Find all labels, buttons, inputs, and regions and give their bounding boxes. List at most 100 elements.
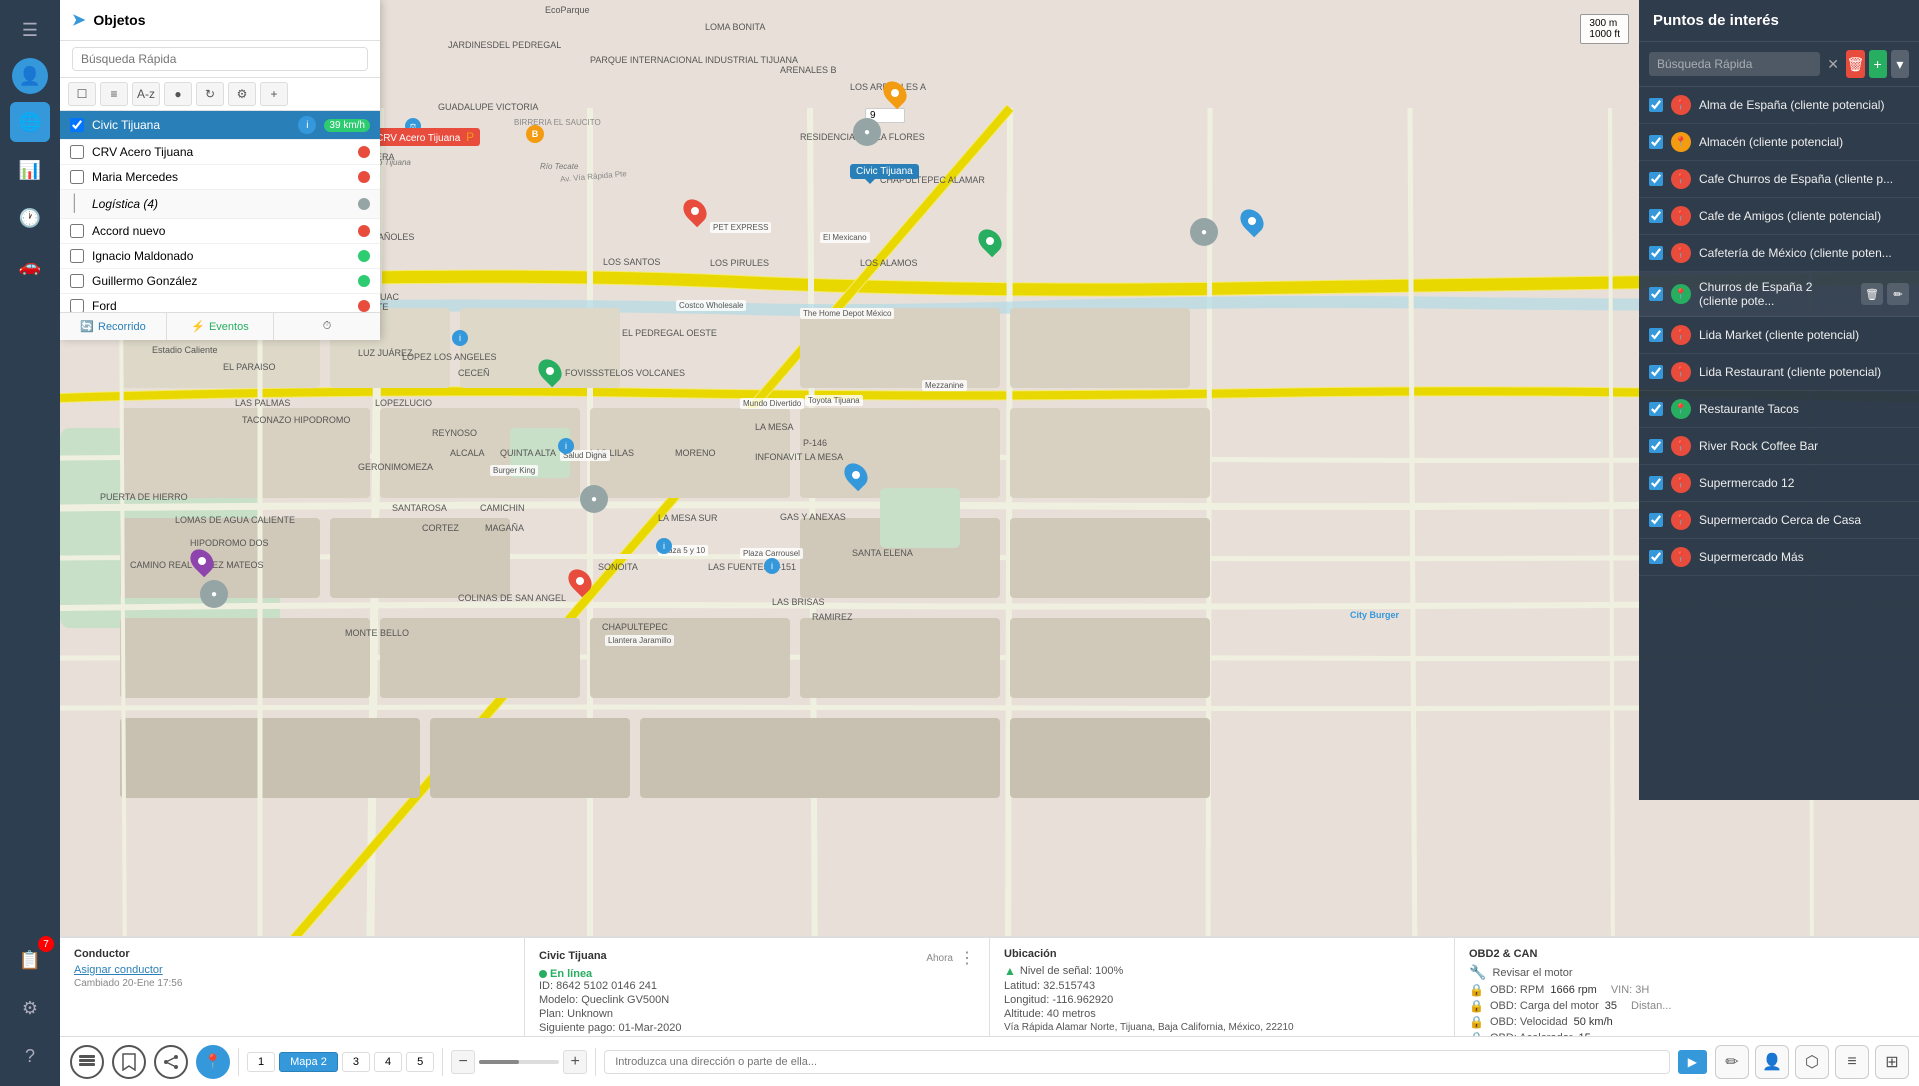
checkbox-tool[interactable]: ☐	[68, 82, 96, 106]
poi-item-lida-market[interactable]: 📍 Lida Market (cliente potencial)	[1639, 317, 1919, 354]
vehicle-item-crv[interactable]: CRV Acero Tijuana	[60, 140, 380, 165]
layers-right-icon[interactable]: ≡	[1835, 1045, 1869, 1079]
poi-item-tacos[interactable]: 📍 Restaurante Tacos	[1639, 391, 1919, 428]
poi-checkbox-river-rock[interactable]	[1649, 439, 1663, 453]
refresh-tool[interactable]: ↻	[196, 82, 224, 106]
route-button[interactable]: 🔄 Recorrido	[60, 313, 167, 340]
blue-pin-lower-container[interactable]	[846, 462, 866, 488]
vehicle-item-logistica[interactable]: │ Logística (4)	[60, 190, 380, 219]
map-tab-4[interactable]: 4	[374, 1052, 402, 1072]
history-button[interactable]: ⏱	[274, 313, 380, 340]
red-pin-1-container[interactable]	[685, 198, 705, 224]
purple-pin-container[interactable]	[192, 548, 212, 574]
bookmark-icon[interactable]	[112, 1045, 146, 1079]
vehicle-item-guillermo[interactable]: Guillermo González	[60, 269, 380, 294]
map-tab-2[interactable]: Mapa 2	[279, 1052, 338, 1072]
red-pin-lower-container[interactable]	[570, 568, 590, 594]
poi-add-button[interactable]: +	[1869, 50, 1887, 78]
zoom-out-button[interactable]: −	[451, 1050, 475, 1074]
vehicle-checkbox-accord[interactable]	[70, 224, 84, 238]
poi-checkbox-churros2[interactable]	[1649, 287, 1663, 301]
vehicle-item-accord[interactable]: Accord nuevo	[60, 219, 380, 244]
poi-delete-churros2[interactable]: 🗑	[1861, 283, 1883, 305]
share-icon[interactable]	[154, 1045, 188, 1079]
map-icon-3[interactable]: i	[656, 538, 672, 554]
poi-item-almacen[interactable]: 📍 Almacén (cliente potencial)	[1639, 124, 1919, 161]
map-tab-3[interactable]: 3	[342, 1052, 370, 1072]
green-pin-right-container[interactable]	[980, 228, 1000, 254]
sort-az-tool[interactable]: A-z	[132, 82, 160, 106]
zoom-in-button[interactable]: +	[563, 1050, 587, 1074]
poi-item-supermercado12[interactable]: 📍 Supermercado 12	[1639, 465, 1919, 502]
vehicle-checkbox-civic[interactable]	[70, 118, 84, 132]
poi-checkbox-supermercado-cerca[interactable]	[1649, 513, 1663, 527]
vehicle-checkbox-ignacio[interactable]	[70, 249, 84, 263]
poi-item-alma[interactable]: 📍 Alma de España (cliente potencial)	[1639, 87, 1919, 124]
poi-delete-button[interactable]: 🗑	[1846, 50, 1864, 78]
poi-item-river-rock[interactable]: 📍 River Rock Coffee Bar	[1639, 428, 1919, 465]
poi-checkbox-supermercado-mas[interactable]	[1649, 550, 1663, 564]
address-go-button[interactable]: ▶	[1678, 1050, 1707, 1074]
poi-checkbox-lida-restaurant[interactable]	[1649, 365, 1663, 379]
poi-checkbox-alma[interactable]	[1649, 98, 1663, 112]
poi-checkbox-supermercado12[interactable]	[1649, 476, 1663, 490]
green-pin-center-container[interactable]	[540, 358, 560, 384]
dot-tool[interactable]: ●	[164, 82, 192, 106]
vehicle-checkbox-crv[interactable]	[70, 145, 84, 159]
poi-checkbox-lida-market[interactable]	[1649, 328, 1663, 342]
vehicle-checkbox-maria[interactable]	[70, 170, 84, 184]
menu-icon[interactable]: ☰	[10, 10, 50, 50]
map-icon-4[interactable]: i	[764, 558, 780, 574]
assign-conductor-link[interactable]: Asignar conductor	[74, 964, 163, 976]
orange-pin-container[interactable]: 9	[885, 80, 905, 123]
settings-icon[interactable]: ⚙	[10, 988, 50, 1028]
poi-checkbox-cafe-amigos[interactable]	[1649, 209, 1663, 223]
vehicle-checkbox-guillermo[interactable]	[70, 274, 84, 288]
help-icon[interactable]: ?	[10, 1036, 50, 1076]
vehicle-item-ford[interactable]: Ford	[60, 294, 380, 312]
poi-item-supermercado-mas[interactable]: 📍 Supermercado Más	[1639, 539, 1919, 576]
map-tab-5[interactable]: 5	[406, 1052, 434, 1072]
vehicle-item-maria[interactable]: Maria Mercedes	[60, 165, 380, 190]
gray-cluster-container[interactable]: ●	[853, 118, 881, 146]
list-tool[interactable]: ≡	[100, 82, 128, 106]
info-icon-civic[interactable]: i	[298, 116, 316, 134]
poi-item-lida-restaurant[interactable]: 📍 Lida Restaurant (cliente potencial)	[1639, 354, 1919, 391]
grid-icon[interactable]: ⊞	[1875, 1045, 1909, 1079]
layers-icon[interactable]	[70, 1045, 104, 1079]
clock-icon[interactable]: 🕐	[10, 198, 50, 238]
address-search-input[interactable]	[604, 1050, 1670, 1074]
events-button[interactable]: ⚡ Eventos	[167, 313, 274, 340]
vehicle-item-ignacio[interactable]: Ignacio Maldonado	[60, 244, 380, 269]
filter-tool[interactable]: ⚙	[228, 82, 256, 106]
add-tool[interactable]: +	[260, 82, 288, 106]
map-center-icon[interactable]: 📍	[196, 1045, 230, 1079]
chart-icon[interactable]: 📊	[10, 150, 50, 190]
map-icon-1[interactable]: i	[452, 330, 468, 346]
poi-checkbox-cafeteria[interactable]	[1649, 246, 1663, 260]
poi-item-cafe-amigos[interactable]: 📍 Cafe de Amigos (cliente potencial)	[1639, 198, 1919, 235]
poi-checkbox-cafe-churros[interactable]	[1649, 172, 1663, 186]
map-icon-2[interactable]: i	[558, 438, 574, 454]
poi-item-churros2[interactable]: 📍 Churros de España 2 (cliente pote... 🗑…	[1639, 272, 1919, 317]
gray-cluster-2-container[interactable]: ●	[580, 485, 608, 513]
gray-circle-alamar-container[interactable]: ●	[1190, 218, 1218, 246]
birreria-marker[interactable]: B	[526, 125, 544, 143]
poi-search-clear[interactable]: ✕	[1824, 50, 1842, 78]
person-icon[interactable]: 👤	[1755, 1045, 1789, 1079]
gray-circle-3-container[interactable]: ●	[200, 580, 228, 608]
poi-item-cafe-churros[interactable]: 📍 Cafe Churros de España (cliente p...	[1639, 161, 1919, 198]
poi-checkbox-almacen[interactable]	[1649, 135, 1663, 149]
search-input[interactable]	[72, 47, 368, 71]
vehicle-item-civic[interactable]: Civic Tijuana i 39 km/h	[60, 111, 380, 140]
vehicle-more-btn[interactable]: ⋮	[959, 948, 975, 968]
poi-item-supermercado-cerca[interactable]: 📍 Supermercado Cerca de Casa	[1639, 502, 1919, 539]
poi-item-cafeteria[interactable]: 📍 Cafetería de México (cliente poten...	[1639, 235, 1919, 272]
vehicle-checkbox-ford[interactable]	[70, 299, 84, 312]
poi-edit-churros2[interactable]: ✏	[1887, 283, 1909, 305]
poi-dropdown-button[interactable]: ▾	[1891, 50, 1909, 78]
poi-search-input[interactable]	[1649, 52, 1820, 76]
globe-icon[interactable]: 🌐	[10, 102, 50, 142]
poi-checkbox-tacos[interactable]	[1649, 402, 1663, 416]
truck-icon[interactable]: 🚗	[10, 246, 50, 286]
